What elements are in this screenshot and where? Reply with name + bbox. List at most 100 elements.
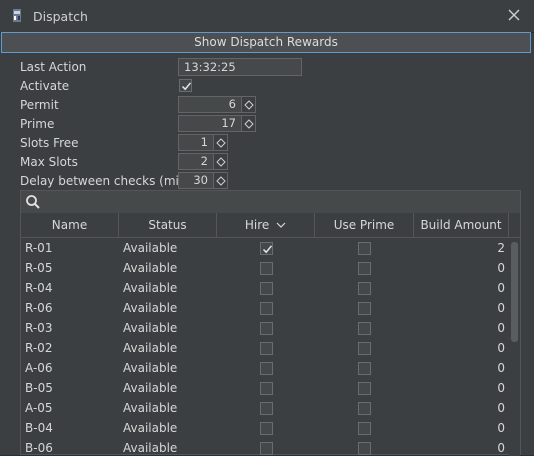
spinner-arrows-icon: [216, 176, 226, 186]
cell-build-amount[interactable]: 0: [441, 358, 505, 378]
last-action-field[interactable]: 13:32:25: [178, 58, 302, 76]
spinner-arrows-icon: [216, 138, 226, 148]
cell-build-amount[interactable]: 2: [441, 238, 505, 258]
table-row[interactable]: R-01 Available 2: [21, 238, 509, 258]
use-prime-checkbox[interactable]: [358, 342, 371, 355]
table-search-bar: [21, 191, 520, 214]
hire-checkbox[interactable]: [260, 402, 273, 415]
permit-label: Permit: [20, 98, 59, 112]
title-bar[interactable]: Dispatch: [0, 0, 534, 33]
hire-checkbox[interactable]: [260, 282, 273, 295]
column-header-hire-label: Hire: [244, 218, 270, 232]
use-prime-checkbox[interactable]: [358, 302, 371, 315]
column-header-build-amount[interactable]: Build Amount: [414, 213, 509, 237]
table-row[interactable]: B-06 Available 0: [21, 438, 509, 456]
table-row[interactable]: R-03 Available 0: [21, 318, 509, 338]
cell-status: Available: [123, 321, 178, 335]
max-slots-field[interactable]: 2: [178, 153, 214, 170]
use-prime-checkbox[interactable]: [358, 382, 371, 395]
hire-checkbox[interactable]: [260, 362, 273, 375]
delay-spin-button[interactable]: [214, 172, 228, 189]
cell-build-amount[interactable]: 0: [441, 258, 505, 278]
max-slots-label: Max Slots: [20, 155, 78, 169]
cell-build-amount[interactable]: 0: [441, 278, 505, 298]
dispatch-table: Name Status Hire Use Prime Build Amount …: [20, 190, 521, 456]
window-title: Dispatch: [33, 9, 88, 24]
cell-name: R-05: [25, 261, 53, 275]
use-prime-checkbox[interactable]: [358, 402, 371, 415]
cell-status: Available: [123, 421, 178, 435]
cell-name: R-03: [25, 321, 53, 335]
cell-build-amount[interactable]: 0: [441, 318, 505, 338]
activate-label: Activate: [20, 79, 70, 93]
table-row[interactable]: B-05 Available 0: [21, 378, 509, 398]
column-header-name[interactable]: Name: [21, 213, 119, 237]
max-slots-spin-button[interactable]: [214, 153, 228, 170]
cell-status: Available: [123, 241, 178, 255]
cell-status: Available: [123, 261, 178, 275]
use-prime-checkbox[interactable]: [358, 322, 371, 335]
cell-name: B-06: [25, 441, 53, 455]
last-action-label: Last Action: [20, 60, 87, 74]
table-header: Name Status Hire Use Prime Build Amount: [21, 213, 520, 238]
use-prime-checkbox[interactable]: [358, 242, 371, 255]
app-icon: [13, 9, 21, 22]
hire-checkbox[interactable]: [260, 262, 273, 275]
cell-name: B-04: [25, 421, 53, 435]
checkmark-icon: [262, 245, 273, 254]
close-icon[interactable]: [505, 6, 523, 24]
checkmark-icon: [181, 82, 192, 91]
hire-checkbox[interactable]: [260, 302, 273, 315]
cell-build-amount[interactable]: 0: [441, 418, 505, 438]
cell-build-amount[interactable]: 0: [441, 338, 505, 358]
chevron-down-icon: [276, 222, 286, 228]
cell-build-amount[interactable]: 0: [441, 298, 505, 318]
hire-checkbox[interactable]: [260, 422, 273, 435]
hire-checkbox[interactable]: [260, 342, 273, 355]
table-row[interactable]: R-02 Available 0: [21, 338, 509, 358]
cell-build-amount[interactable]: 0: [441, 398, 505, 418]
show-dispatch-rewards-button[interactable]: Show Dispatch Rewards: [1, 32, 531, 53]
search-input[interactable]: [45, 191, 515, 212]
spinner-arrows-icon: [216, 157, 226, 167]
hire-checkbox[interactable]: [260, 382, 273, 395]
cell-name: B-05: [25, 381, 53, 395]
hire-checkbox[interactable]: [260, 242, 273, 255]
prime-label: Prime: [20, 117, 55, 131]
hire-checkbox[interactable]: [260, 442, 273, 455]
slots-free-spin-button[interactable]: [214, 134, 228, 151]
column-header-hire[interactable]: Hire: [217, 213, 315, 237]
use-prime-checkbox[interactable]: [358, 362, 371, 375]
table-row[interactable]: R-04 Available 0: [21, 278, 509, 298]
table-row[interactable]: R-06 Available 0: [21, 298, 509, 318]
hire-checkbox[interactable]: [260, 322, 273, 335]
vertical-scrollbar[interactable]: [509, 238, 520, 456]
use-prime-checkbox[interactable]: [358, 442, 371, 455]
use-prime-checkbox[interactable]: [358, 282, 371, 295]
permit-spin-button[interactable]: [242, 96, 256, 113]
cell-name: A-05: [25, 401, 53, 415]
table-row[interactable]: A-06 Available 0: [21, 358, 509, 378]
table-row[interactable]: A-05 Available 0: [21, 398, 509, 418]
table-row[interactable]: R-05 Available 0: [21, 258, 509, 278]
activate-checkbox[interactable]: [179, 79, 192, 92]
delay-label: Delay between checks (min): [20, 174, 192, 188]
cell-build-amount[interactable]: 0: [441, 378, 505, 398]
prime-field[interactable]: 17: [178, 115, 242, 132]
cell-build-amount[interactable]: 0: [441, 438, 505, 456]
cell-name: A-06: [25, 361, 53, 375]
header-corner: [509, 213, 520, 237]
permit-field[interactable]: 6: [178, 96, 242, 113]
cell-name: R-04: [25, 281, 53, 295]
cell-status: Available: [123, 281, 178, 295]
column-header-use-prime[interactable]: Use Prime: [315, 213, 414, 237]
prime-spin-button[interactable]: [242, 115, 256, 132]
use-prime-checkbox[interactable]: [358, 422, 371, 435]
scrollbar-thumb[interactable]: [511, 242, 518, 342]
table-row[interactable]: B-04 Available 0: [21, 418, 509, 438]
column-header-status[interactable]: Status: [119, 213, 217, 237]
use-prime-checkbox[interactable]: [358, 262, 371, 275]
cell-status: Available: [123, 301, 178, 315]
delay-field[interactable]: 30: [178, 172, 214, 189]
slots-free-field[interactable]: 1: [178, 134, 214, 151]
